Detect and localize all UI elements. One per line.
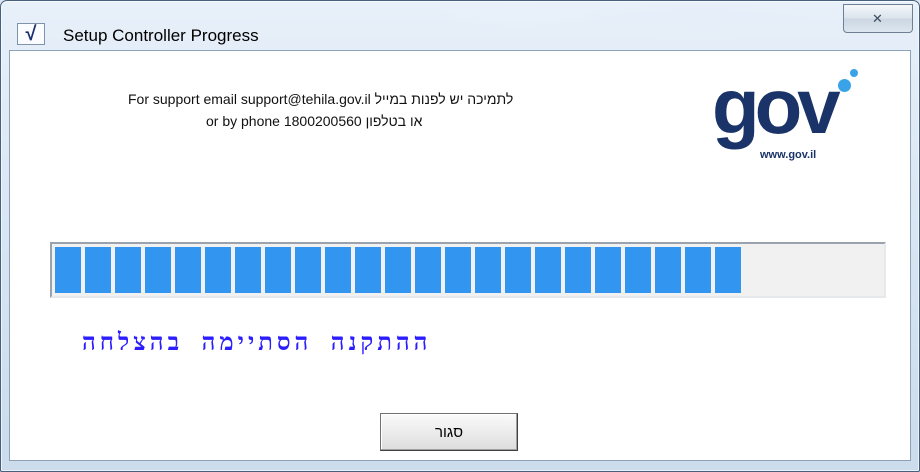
app-checkmark-icon: √ (17, 23, 45, 45)
progress-segment (175, 247, 201, 293)
progress-segment (445, 247, 471, 293)
close-button[interactable]: סגור (380, 413, 518, 451)
support-phone-text: or by phone 1800200560 או בטלפון (206, 113, 423, 129)
progress-segment (295, 247, 321, 293)
progress-segment (385, 247, 411, 293)
logo-text: gov (712, 62, 841, 150)
progress-segment (565, 247, 591, 293)
logo-dot-icon (838, 79, 851, 92)
progress-segment (655, 247, 681, 293)
progress-segment (595, 247, 621, 293)
progress-segment (55, 247, 81, 293)
progress-segment (115, 247, 141, 293)
progress-segment (265, 247, 291, 293)
progress-segment (145, 247, 171, 293)
gov-logo: gov www.gov.il (712, 67, 862, 167)
progress-fill (55, 247, 881, 293)
progress-segment (685, 247, 711, 293)
progress-bar (50, 242, 886, 298)
window-title: Setup Controller Progress (63, 26, 259, 45)
progress-track (55, 247, 881, 293)
setup-dialog-window: √ Setup Controller Progress ✕ For suppor… (0, 0, 920, 472)
progress-segment (475, 247, 501, 293)
logo-url: www.gov.il (760, 149, 817, 161)
title-bar[interactable]: √ Setup Controller Progress ✕ (1, 1, 919, 45)
progress-segment (715, 247, 741, 293)
progress-segment (85, 247, 111, 293)
logo-dot-small-icon (850, 69, 858, 77)
window-close-button[interactable]: ✕ (843, 4, 913, 33)
progress-segment (235, 247, 261, 293)
progress-segment (505, 247, 531, 293)
support-email-text: For support email support@tehila.gov.il … (128, 91, 514, 107)
progress-segment (415, 247, 441, 293)
dialog-content: For support email support@tehila.gov.il … (9, 50, 911, 461)
close-icon: ✕ (872, 10, 884, 26)
progress-segment (625, 247, 651, 293)
status-message: ההתקנה הסתיימה בהצלחה (82, 328, 432, 356)
progress-segment (535, 247, 561, 293)
progress-segment (325, 247, 351, 293)
progress-segment (355, 247, 381, 293)
progress-segment (205, 247, 231, 293)
